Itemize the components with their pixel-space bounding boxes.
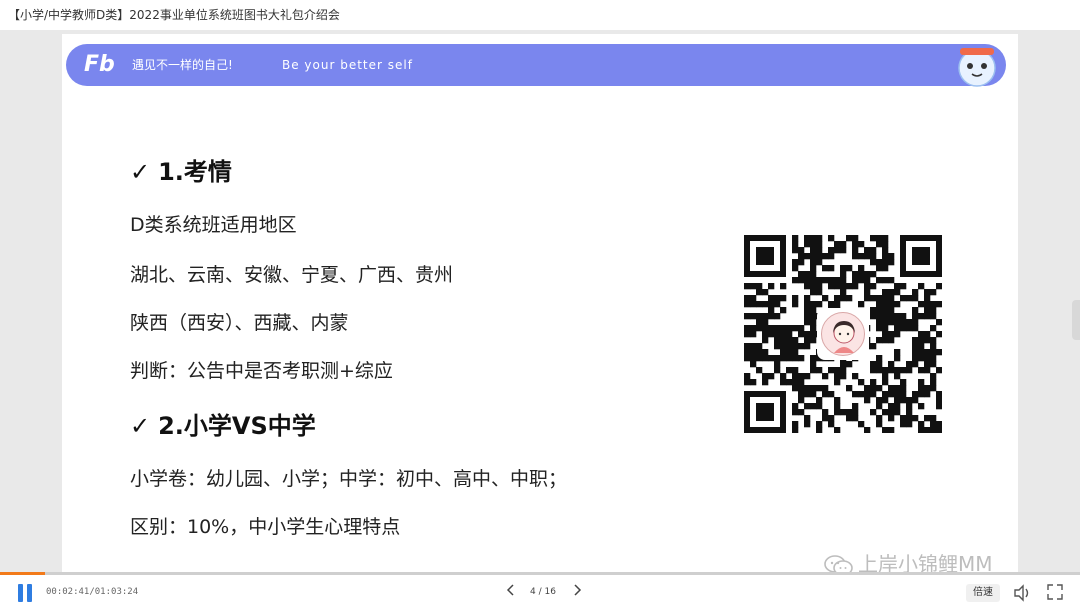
next-page-button[interactable] [572,575,582,610]
section-2-line-1: 小学卷：幼儿园、小学；中学：初中、高中、中职； [130,468,568,490]
slide-banner: Fb 遇见不一样的自己! Be your better self [66,44,1006,87]
playback-speed-button[interactable]: 倍速 [966,584,1000,602]
qr-center-badge [817,308,869,360]
section-1-line-2: 湖北、云南、安徽、宁夏、广西、贵州 [130,264,454,286]
player-controls: 00:02:41/01:03:24 4 / 16 倍速 [0,575,1080,610]
qr-code [744,235,943,434]
prev-page-button[interactable] [506,575,516,610]
checkmark-icon: ✓ [130,158,151,186]
page-indicator: 4 / 16 [530,587,556,597]
side-collapse-handle[interactable] [1072,300,1080,340]
pause-bar-right [27,584,32,602]
slide-stage: Fb 遇见不一样的自己! Be your better self ✓ 1.考情 D… [0,30,1080,572]
section-2-title: 2.小学VS中学 [158,412,316,440]
section-1-heading: ✓ 1.考情 [130,152,232,187]
pause-button[interactable] [16,584,36,602]
fullscreen-icon[interactable] [1046,583,1064,601]
section-1-line-3: 陕西（西安）、西藏、内蒙 [130,312,349,334]
chevron-right-icon [574,584,582,596]
brand-logo: Fb [84,52,115,77]
avatar-illustration [833,321,855,353]
volume-icon[interactable] [1012,583,1032,603]
section-1-line-4: 判断：公告中是否考职测+综应 [130,360,393,382]
slide: Fb 遇见不一样的自己! Be your better self ✓ 1.考情 D… [62,34,1018,572]
banner-slogan-en: Be your better self [282,58,413,72]
section-2-line-2: 区别：10%，中小学生心理特点 [130,516,401,538]
pause-bar-left [18,584,23,602]
section-1-title: 1.考情 [158,158,232,186]
banner-slogan-cn: 遇见不一样的自己! [132,58,233,72]
checkmark-icon: ✓ [130,412,151,440]
playback-time: 00:02:41/01:03:24 [46,587,139,597]
window-title: 【小学/中学教师D类】2022事业单位系统班图书大礼包介绍会 [0,0,1080,30]
section-2-heading: ✓ 2.小学VS中学 [130,406,316,441]
section-1-line-1: D类系统班适用地区 [130,214,297,236]
avatar [821,312,865,356]
chevron-left-icon [506,584,514,596]
mascot-icon [958,48,996,87]
